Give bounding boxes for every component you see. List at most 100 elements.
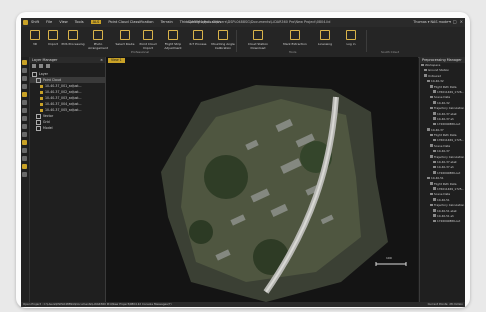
ribbon-button[interactable]: Flight Strip Adjustment [161,30,185,50]
remove-layer-icon[interactable] [39,64,43,68]
ribbon-group-label: South Cloud [381,50,400,54]
folder-icon [36,125,41,131]
menu-item[interactable]: View [59,20,68,24]
ribbon-button-label: Licensing [317,42,333,46]
color-mode-icon[interactable] [22,140,27,145]
tree-node-icon [433,90,436,93]
view-side-icon[interactable] [22,132,27,137]
ribbon-button-label: Mounting Angle Calibration [211,42,235,50]
ribbon-button[interactable]: Mounting Angle Calibration [211,30,235,50]
menu-item[interactable]: Terrain [161,20,173,24]
zoom-tool-icon[interactable] [22,76,27,81]
layer-tree-item[interactable]: Model [30,125,105,131]
workspace-tree-label: 1726040889.out [437,219,461,224]
checkbox-icon[interactable] [40,102,43,106]
tree-node-icon [430,144,433,147]
tree-node-icon [427,176,430,180]
menu-item[interactable]: ALS [90,20,102,24]
ribbon-button[interactable]: Log in [339,30,363,46]
reset-view-icon[interactable] [22,156,27,161]
capture-icon[interactable] [22,164,27,169]
status-bar: Open Project : C:\Users\DSPL0488SG\Docum… [21,302,465,307]
rotate-tool-icon[interactable] [22,84,27,89]
screenshot-frame: Shift File View Tools ALS Point Cloud Classif… [16,12,470,308]
workspace-tree-label: 10-40-37.sbet [437,160,457,165]
window-title: LiDAR360 Pro - C:\Users\DSPL0488SG\Docum… [186,20,331,24]
settings-icon[interactable] [22,172,27,177]
tree-node-icon [433,122,436,126]
tree-node-icon [421,63,424,66]
maximize-icon[interactable]: □ [453,19,457,24]
ribbon-tool-icon [218,30,228,40]
ribbon-button-label: 3D [32,42,38,46]
tree-node-icon [433,187,436,190]
ribbon-tool-icon [30,30,40,40]
close-icon[interactable]: × [460,19,463,24]
tree-node-icon [430,203,433,207]
folder-icon [32,71,37,77]
ribbon-button-label: Mark Extraction [283,42,307,46]
workspace-tree: Workspace Ground Station Untoured 10-40-32 F… [420,63,465,225]
clip-tool-icon[interactable] [22,108,27,113]
ribbon-button[interactable]: Mark Extraction [283,30,307,46]
checkbox-icon[interactable] [40,90,43,94]
checkbox-icon[interactable] [40,108,43,112]
menu-item[interactable]: Tools [75,20,84,24]
workspace-tree-label: 10-40-32 [431,79,444,84]
ribbon-button[interactable]: Licensing [313,30,337,46]
layer-settings-icon[interactable] [46,64,50,68]
pan-tool-icon[interactable] [22,68,27,73]
left-toolstrip [21,57,30,302]
preprocessing-manager-panel: Preprocessing Manager Workspace Ground St… [419,57,465,302]
workspace-tree-item[interactable]: 1726040889.out [420,219,465,224]
ribbon-button[interactable]: R-T Process [186,30,210,46]
ribbon-group-label: Tools [289,50,297,54]
ribbon-button-label: Flight Strip Adjustment [164,42,182,50]
point-cloud-viewer[interactable]: View 1 100 [106,57,418,302]
ribbon-tool-icon [93,30,103,40]
workspace-tree-label: Flight Path Data [434,181,457,186]
ribbon-button[interactable]: Point Cloud Import [136,30,160,50]
measure-tool-icon[interactable] [22,92,27,97]
tree-node-icon [430,192,433,196]
ribbon-tool-icon [253,30,263,40]
ribbon-button[interactable]: Photo Arrangement [86,30,110,50]
menu-item[interactable]: Point Cloud Classification [108,20,153,24]
scale-bar-label: 100 [386,256,392,260]
title-bar: Shift File View Tools ALS Point Cloud Classif… [21,18,465,27]
view-top-icon[interactable] [22,116,27,121]
user-menu[interactable]: Thomas ▾ NAS mode ▾ [413,20,451,24]
ribbon-button[interactable]: Select Route [113,30,137,46]
ribbon-button[interactable]: POS Processing [61,30,85,46]
profile-tool-icon[interactable] [22,100,27,105]
layer-tree: Layer Point Cloud 10-40-37_001_adjust... 10… [30,71,105,131]
ribbon-button-label: POS Processing [61,42,85,46]
point-size-icon[interactable] [22,148,27,153]
ribbon-tool-icon [193,30,203,40]
workspace-tree-label: 176011469_1726... [437,89,465,94]
tree-node-icon [433,165,436,169]
checkbox-icon[interactable] [40,84,43,88]
add-layer-icon[interactable] [32,64,36,68]
checkbox-icon[interactable] [40,96,43,100]
ribbon-tool-icon [320,30,330,40]
ribbon-tool-icon [48,30,58,40]
ribbon-button[interactable]: Cloud Station Download [246,30,270,50]
view-front-icon[interactable] [22,124,27,129]
panel-close-icon[interactable]: × [100,57,103,63]
menu-item[interactable]: Shift [31,20,39,24]
workspace-tree-label: Scene Data [434,143,451,148]
select-tool-icon[interactable] [22,60,27,65]
workspace-tree-label: Ground Station [428,68,450,73]
app-logo-icon [23,20,28,25]
ribbon-button-label: Log in [346,42,356,46]
ribbon-button-label: Photo Arrangement [88,42,108,50]
minimize-icon[interactable]: – [448,19,450,24]
folder-icon [36,119,41,125]
workspace-tree-label: 10-40-37 [437,149,450,154]
menu-item[interactable]: File [46,20,52,24]
ribbon-tool-icon [168,30,178,40]
workspace-tree-label: 10-40-37.sh [437,165,454,170]
workspace-tree-label: 10-40-51.sbet [437,208,457,213]
ribbon-tool-icon [68,30,78,40]
